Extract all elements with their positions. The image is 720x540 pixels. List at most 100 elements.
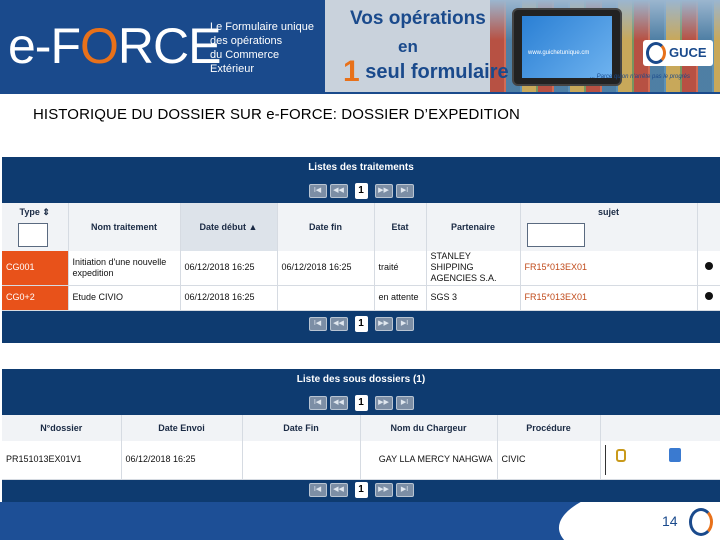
cell-end [242,441,361,480]
prev-page-button[interactable]: ◀◀ [329,184,348,198]
subject-filter-input[interactable] [526,223,585,247]
pager-bottom: I◀ ◀◀ 1 ▶▶ ▶I [2,311,720,338]
col-file-no[interactable]: N°dossier [2,415,122,441]
col-procedure[interactable]: Procédure [497,415,601,441]
first-page-button[interactable]: I◀ [308,396,327,410]
current-page[interactable]: 1 [354,395,368,411]
col-end-date[interactable]: Date fin [277,203,375,251]
subfiles-panel: Liste des sous dossiers (1) I◀ ◀◀ 1 ▶▶ ▶… [2,369,720,502]
cell-start: 06/12/2018 16:25 [180,251,278,286]
panel-title: Liste des sous dossiers (1) [296,374,426,385]
cell-type: CG001 [2,251,69,286]
col-start-date[interactable]: Date début ▲ [180,203,278,251]
footer-bar: 14 [0,502,720,540]
table-row[interactable]: CG0+2 Etude CIVIO 06/12/2018 16:25 en at… [2,285,720,311]
cell-actions [600,441,720,480]
banner-divider [0,92,720,94]
col-partner[interactable]: Partenaire [426,203,521,251]
cell-subject[interactable]: FR15*013EX01 [520,251,698,286]
cell-state: traité [374,251,427,286]
col-state[interactable]: Etat [374,203,427,251]
col-type[interactable]: Type ⇕ [2,203,69,251]
col-shipper[interactable]: Nom du Chargeur [360,415,498,441]
col-actions [600,415,720,441]
prev-page-button[interactable]: ◀◀ [329,317,348,331]
guce-slogan: ... Parce qu'on n'arrête pas le progrès [590,74,691,80]
last-page-button[interactable]: ▶I [395,483,414,497]
col-state-label: Etat [391,222,409,232]
table-row[interactable]: PR151013EX01V1 06/12/2018 16:25 GAY LLA … [2,441,720,480]
first-page-button[interactable]: I◀ [308,317,327,331]
tagline-line: Le Formulaire unique [210,21,314,33]
promo-number: 1 [343,55,360,88]
col-end-date[interactable]: Date Fin [242,415,361,441]
promo-line: 1 seul formulaire [343,55,509,89]
header-banner: e-FORCE Le Formulaire unique des opérati… [0,0,720,92]
col-subject-label: sujet [597,207,619,217]
treatments-panel: Listes des traitements I◀ ◀◀ 1 ▶▶ ▶I Typ… [2,157,720,343]
cell-name: Initiation d'une nouvelle expedition [68,251,181,286]
guce-logo: GUCE [643,40,713,66]
current-page[interactable]: 1 [354,316,368,332]
row-action[interactable] [697,285,720,311]
cell-partner: SGS 3 [426,285,521,311]
current-page[interactable]: 1 [354,183,368,199]
next-page-button[interactable]: ▶▶ [374,317,393,331]
cell-start: 06/12/2018 16:25 [180,285,278,311]
pager-top: I◀ ◀◀ 1 ▶▶ ▶I [2,391,720,415]
cell-subject[interactable]: FR15*013EX01 [520,285,698,311]
guce-ring-icon [689,508,713,536]
page-number: 14 [662,513,678,529]
col-procedure-label: Procédure [526,423,571,433]
next-page-button[interactable]: ▶▶ [374,396,393,410]
expand-icon[interactable] [704,262,713,271]
col-name[interactable]: Nom traitement [68,203,181,251]
last-page-button[interactable]: ▶I [395,184,414,198]
col-type-label: Type [19,207,40,217]
promo-line: Vos opérations [350,8,486,29]
document-icon[interactable] [669,448,682,463]
row-action[interactable] [697,251,720,286]
sort-asc-icon: ▲ [248,222,258,232]
col-sent-label: Date Envoi [158,423,205,433]
footer-stripe [0,502,620,540]
col-subject[interactable]: sujet [520,203,698,251]
col-action [697,203,720,251]
cell-procedure: CIVIC [497,441,601,480]
next-page-button[interactable]: ▶▶ [374,483,393,497]
subfiles-table: N°dossier Date Envoi Date Fin Nom du Cha… [2,415,720,480]
promo-text: seul formulaire [365,61,509,83]
prev-page-button[interactable]: ◀◀ [329,483,348,497]
treatments-table: Type ⇕ Nom traitement Date début ▲ Date … [2,203,720,311]
guce-ring-icon [646,42,666,64]
col-sent-date[interactable]: Date Envoi [121,415,243,441]
type-filter-input[interactable] [18,223,48,247]
promo-image: Vos opérations en 1 seul formulaire www.… [325,0,720,92]
first-page-button[interactable]: I◀ [308,184,327,198]
current-page[interactable]: 1 [354,482,368,498]
cell-partner: STANLEY SHIPPING AGENCIES S.A. [426,251,521,286]
col-file-no-label: N°dossier [40,423,83,433]
promo-line: en [398,37,418,56]
panel-title: Listes des traitements [308,162,414,173]
cell-state: en attente [374,285,427,311]
table-row[interactable]: CG001 Initiation d'une nouvelle expediti… [2,251,720,286]
guce-name: GUCE [669,45,707,60]
next-page-button[interactable]: ▶▶ [374,184,393,198]
last-page-button[interactable]: ▶I [395,317,414,331]
pager-top: I◀ ◀◀ 1 ▶▶ ▶I [2,179,720,203]
cell-file-no: PR151013EX01V1 [2,441,122,480]
expand-icon[interactable] [704,292,713,300]
cell-sent: 06/12/2018 16:25 [121,441,243,480]
divider [604,444,606,475]
col-shipper-label: Nom du Chargeur [390,423,467,433]
col-end-label: Date Fin [283,423,319,433]
first-page-button[interactable]: I◀ [308,483,327,497]
tablet-url: www.guichetunique.cm [528,50,590,56]
sort-icon: ⇕ [42,207,50,217]
cell-end: 06/12/2018 16:25 [277,251,375,286]
last-page-button[interactable]: ▶I [395,396,414,410]
pager-bottom: I◀ ◀◀ 1 ▶▶ ▶I [2,480,720,501]
prev-page-button[interactable]: ◀◀ [329,396,348,410]
lock-icon[interactable] [616,449,627,463]
